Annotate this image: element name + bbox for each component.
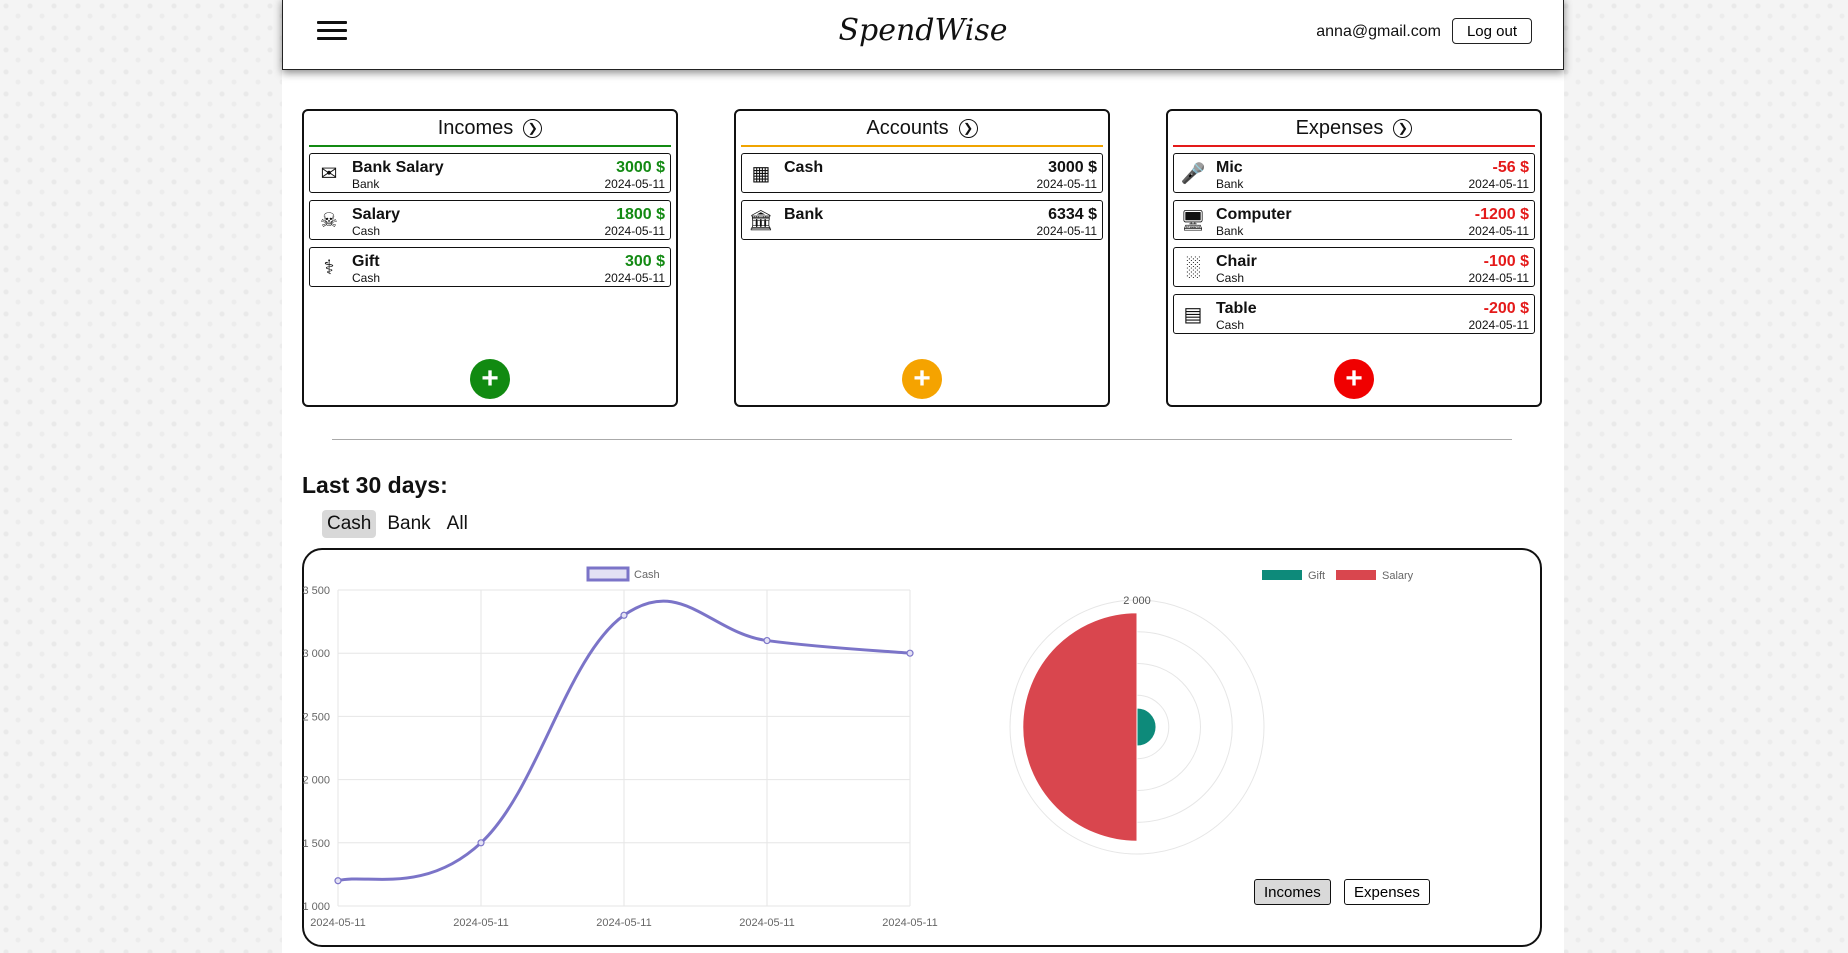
item-name: Cash (784, 159, 824, 176)
item-account: Cash (352, 224, 381, 238)
tab-bank[interactable]: Bank (382, 510, 435, 538)
expenses-panel-header: Expenses ❯ (1173, 111, 1535, 147)
add-income-button[interactable]: + (470, 359, 510, 399)
list-item[interactable]: ▦ Cash 3000 $2024-05-11 (741, 153, 1103, 193)
list-item[interactable]: ░ Chair Cash -100 $2024-05-11 (1173, 247, 1535, 287)
item-date: 2024-05-11 (604, 271, 666, 285)
list-item[interactable]: ⚕ Gift Cash 300 $2024-05-11 (309, 247, 671, 287)
add-expense-button[interactable]: + (1334, 359, 1374, 399)
banknote-icon: ▦ (751, 162, 771, 185)
bank-building-icon: 🏛 (748, 209, 774, 232)
incomes-panel: Incomes ❯ ✉ Bank Salary Bank 3000 $2024-05-… (302, 109, 678, 407)
item-date: 2024-05-11 (1468, 177, 1530, 191)
table-icon: ▤ (1183, 303, 1203, 326)
list-item[interactable]: ✉ Bank Salary Bank 3000 $2024-05-11 (309, 153, 671, 193)
item-date: 2024-05-11 (1468, 271, 1530, 285)
accounts-panel: Accounts ❯ ▦ Cash 3000 $2024-05-11 🏛 Bank 633… (734, 109, 1110, 407)
item-account: Bank (1216, 177, 1244, 191)
item-name: Table (1216, 300, 1257, 317)
list-item[interactable]: ☠ Salary Cash 1800 $2024-05-11 (309, 200, 671, 240)
chart-incomes-button[interactable]: Incomes (1254, 879, 1331, 905)
tab-all[interactable]: All (442, 510, 473, 538)
incomes-panel-header: Incomes ❯ (309, 111, 671, 147)
accounts-panel-header: Accounts ❯ (741, 111, 1103, 147)
accounts-list: ▦ Cash 3000 $2024-05-11 🏛 Bank 6334 $2024-05-… (736, 147, 1108, 240)
item-account: Bank (352, 177, 380, 191)
item-account: Cash (1216, 318, 1245, 332)
chair-icon: ░ (1185, 255, 1201, 278)
incomes-title: Incomes (437, 116, 514, 139)
list-item[interactable]: ▤ Table Cash -200 $2024-05-11 (1173, 294, 1535, 334)
list-item[interactable]: 🎤 Mic Bank -56 $2024-05-11 (1173, 153, 1535, 193)
item-date: 2024-05-11 (604, 224, 666, 238)
item-name: Gift (352, 253, 380, 270)
expenses-panel: Expenses ❯ 🎤 Mic Bank -56 $2024-05-11 🖥 Compu… (1166, 109, 1542, 407)
item-account: Cash (1216, 271, 1245, 285)
item-name: Salary (352, 206, 401, 223)
item-amount: 6334 $ (1048, 206, 1097, 223)
envelope-money-icon: ✉ (320, 162, 338, 185)
item-amount: -200 $ (1483, 300, 1529, 317)
incomes-list: ✉ Bank Salary Bank 3000 $2024-05-11 ☠ Salary C… (304, 147, 676, 287)
item-name: Chair (1216, 253, 1257, 270)
item-amount: -100 $ (1483, 253, 1529, 270)
user-email: anna@gmail.com (1316, 23, 1441, 40)
item-date: 2024-05-11 (1036, 177, 1098, 191)
item-account: Cash (352, 271, 381, 285)
section-title: Last 30 days: (302, 472, 448, 498)
monitor-icon: 🖥 (1180, 209, 1206, 232)
item-date: 2024-05-11 (1468, 224, 1530, 238)
item-name: Computer (1216, 206, 1292, 223)
top-header: SpendWise anna@gmail.com Log out (282, 0, 1564, 70)
item-date: 2024-05-11 (1468, 318, 1530, 332)
item-amount: 300 $ (624, 253, 665, 270)
item-date: 2024-05-11 (604, 177, 666, 191)
chart-expenses-button[interactable]: Expenses (1344, 879, 1430, 905)
tab-cash[interactable]: Cash (322, 510, 377, 538)
arrow-right-circle-icon[interactable]: ❯ (1393, 118, 1413, 138)
item-name: Mic (1216, 159, 1243, 176)
arrow-right-circle-icon[interactable]: ❯ (958, 118, 978, 138)
item-amount: 3000 $ (616, 159, 665, 176)
item-amount: 3000 $ (1048, 159, 1097, 176)
item-name: Bank Salary (352, 159, 444, 176)
expenses-title: Expenses (1295, 116, 1384, 139)
section-divider (332, 439, 1512, 440)
add-account-button[interactable]: + (902, 359, 942, 399)
logout-button[interactable]: Log out (1451, 18, 1532, 44)
coins-hand-icon: ☠ (320, 209, 338, 232)
page-container: SpendWise anna@gmail.com Log out Incomes… (282, 0, 1564, 953)
item-name: Bank (784, 206, 824, 223)
item-amount: -56 $ (1492, 159, 1529, 176)
arrow-right-circle-icon[interactable]: ❯ (523, 118, 543, 138)
list-item[interactable]: 🖥 Computer Bank -1200 $2024-05-11 (1173, 200, 1535, 240)
account-filter-tabs: Cash Bank All (322, 510, 473, 538)
item-amount: -1200 $ (1474, 206, 1529, 223)
microphone-icon: 🎤 (1180, 162, 1206, 185)
item-account: Bank (1216, 224, 1244, 238)
item-amount: 1800 $ (616, 206, 665, 223)
item-date: 2024-05-11 (1036, 224, 1098, 238)
list-item[interactable]: 🏛 Bank 6334 $2024-05-11 (741, 200, 1103, 240)
expenses-list: 🎤 Mic Bank -56 $2024-05-11 🖥 Computer Bank -120… (1168, 147, 1540, 334)
accounts-title: Accounts (866, 116, 949, 139)
gift-table-icon: ⚕ (323, 256, 335, 279)
